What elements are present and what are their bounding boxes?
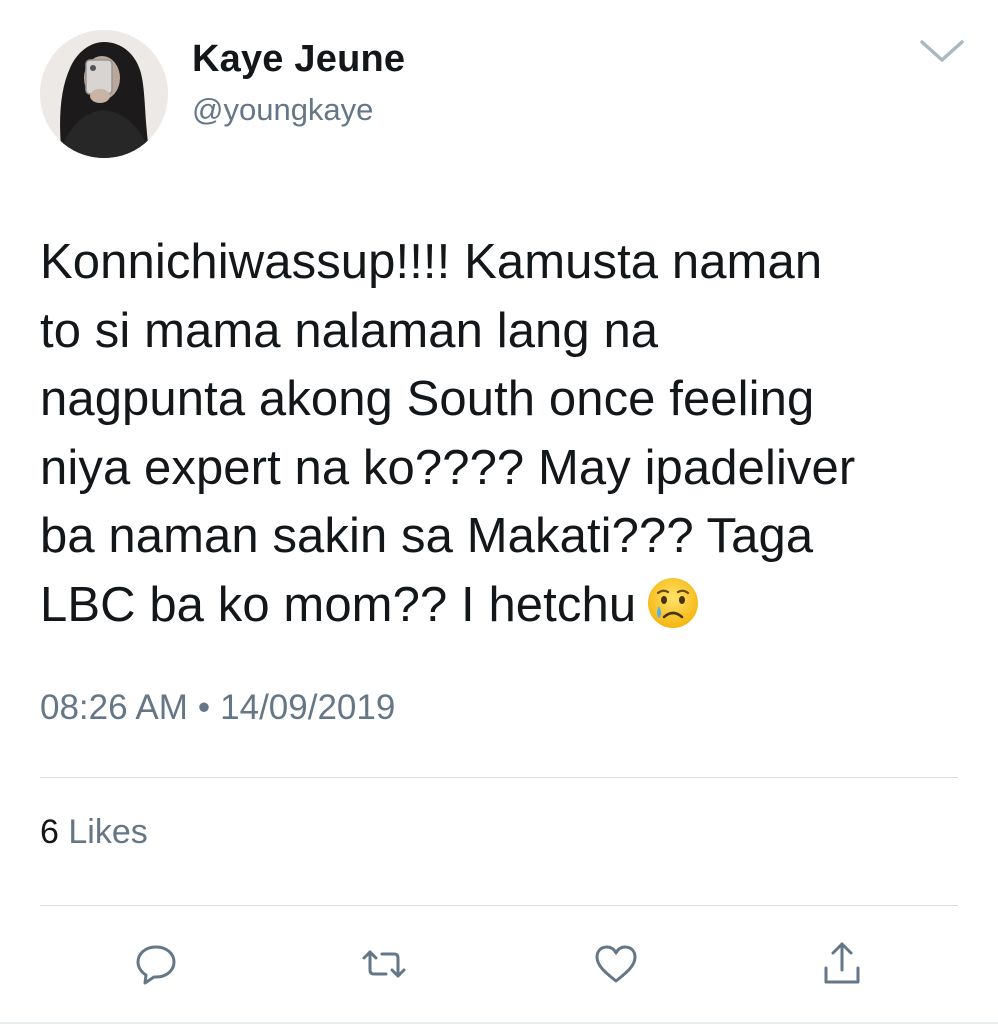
- avatar[interactable]: [40, 30, 168, 158]
- tweet-text-line: to si mama nalaman lang na: [40, 303, 659, 358]
- tweet-time: 08:26 AM: [40, 688, 188, 727]
- tweet-text-line: niya expert na ko???? May ipadeliver: [40, 440, 856, 495]
- tweet-text-line: Konnichiwassup!!!! Kamusta naman: [40, 235, 823, 289]
- display-name[interactable]: Kaye Jeune: [192, 38, 405, 81]
- reply-icon: [136, 945, 176, 985]
- heart-icon: [595, 945, 637, 983]
- tweet-text-line-last: LBC ba ko mom?? I hetchu: [40, 571, 970, 640]
- likes-count: 6: [40, 813, 59, 851]
- share-button[interactable]: [814, 936, 870, 992]
- avatar-photo: [40, 30, 168, 158]
- reply-button[interactable]: [128, 936, 184, 992]
- crying-face-emoji-icon: [646, 576, 700, 630]
- share-icon: [824, 942, 860, 984]
- like-button[interactable]: [588, 936, 644, 992]
- tweet-date: 14/09/2019: [220, 688, 396, 727]
- divider: [40, 905, 958, 906]
- chevron-down-icon[interactable]: [916, 32, 968, 68]
- tweet-text-line: nagpunta akong South once feeling: [40, 372, 815, 426]
- divider: [40, 777, 958, 778]
- retweet-button[interactable]: [356, 936, 412, 992]
- tweet-text: Konnichiwassup!!!! Kamusta naman to si m…: [40, 228, 970, 639]
- retweet-icon: [362, 950, 406, 978]
- tweet-timestamp[interactable]: 08:26 AM • 14/09/2019: [40, 688, 395, 728]
- likes-stat[interactable]: 6 Likes: [40, 813, 148, 852]
- tweet-text-line-content: LBC ba ko mom?? I hetchu: [40, 577, 637, 632]
- likes-label: Likes: [68, 813, 148, 851]
- meta-separator: •: [197, 688, 211, 727]
- username-handle[interactable]: @youngkaye: [192, 92, 373, 128]
- tweet-text-line: ba naman sakin sa Makati??? Taga: [40, 509, 814, 563]
